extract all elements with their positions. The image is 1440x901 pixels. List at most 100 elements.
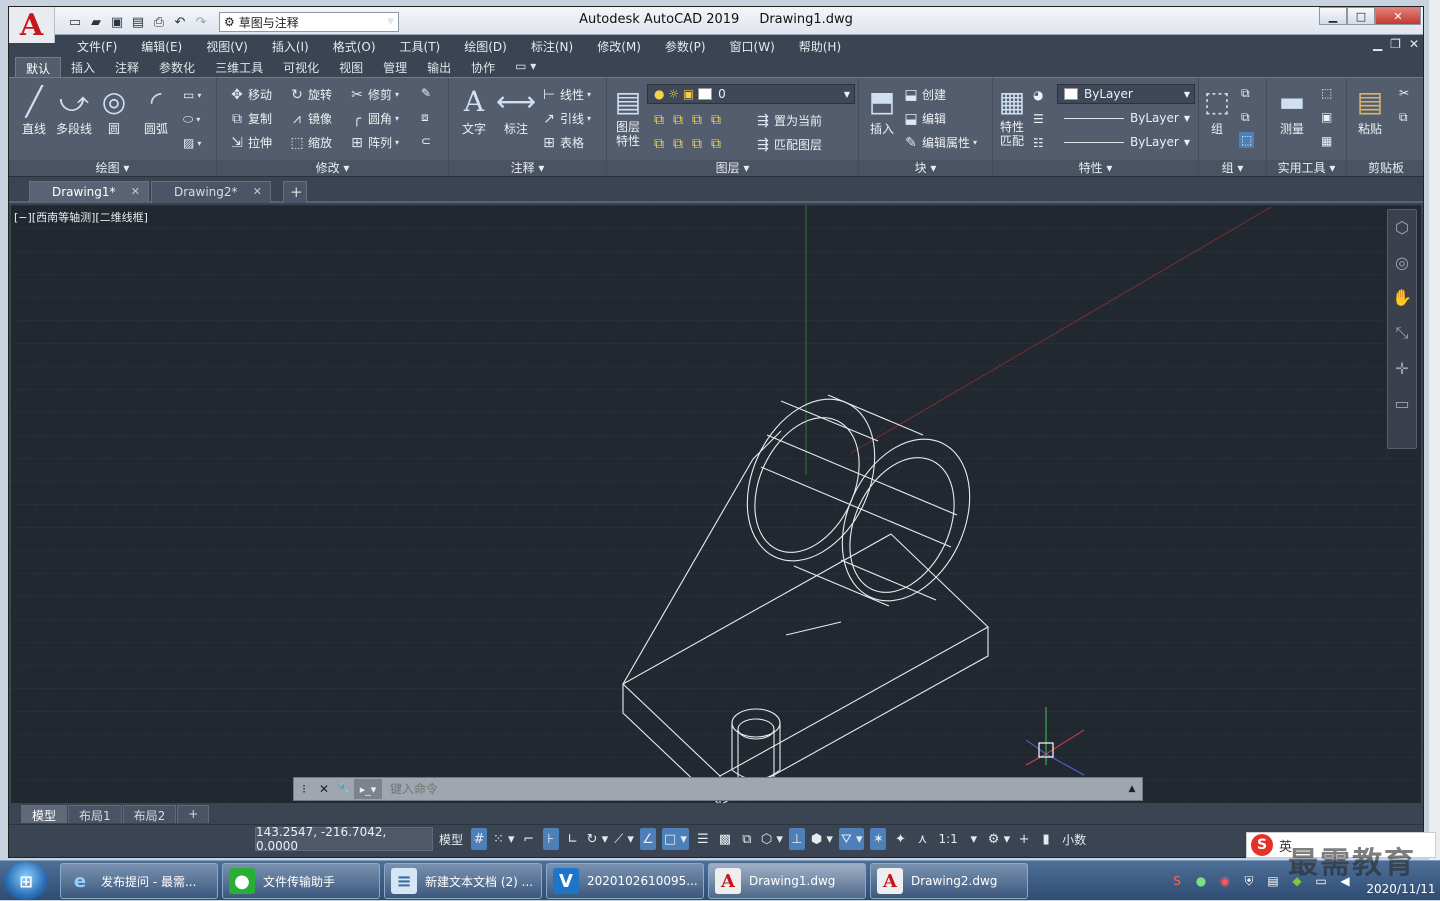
tab-insert[interactable]: 插入 xyxy=(61,57,105,77)
application-menu-button[interactable]: A xyxy=(9,7,55,43)
panel-title-layers[interactable]: 图层 ▾ xyxy=(607,160,858,176)
start-button[interactable]: ⊞ xyxy=(4,862,48,900)
menu-format[interactable]: 格式(O) xyxy=(321,38,388,55)
pan-hand-icon[interactable]: ✋ xyxy=(1392,288,1412,307)
move-button[interactable]: ✥ 移动 xyxy=(229,86,272,103)
panel-title-draw[interactable]: 绘图 ▾ xyxy=(9,160,216,176)
hatch-icon[interactable]: ▨ ▾ xyxy=(183,136,201,150)
3d-osnap-icon[interactable]: ⬡ ▾ xyxy=(761,828,783,850)
sogou-tray-icon[interactable]: S xyxy=(1168,874,1186,888)
close-icon[interactable]: ✕ xyxy=(131,185,140,198)
rectangle-icon[interactable]: ▭ ▾ xyxy=(183,88,201,102)
annotation-icon[interactable]: ⋏ xyxy=(914,828,930,850)
transparency-icon[interactable]: ▩ xyxy=(717,828,733,850)
chevron-up-icon[interactable]: ▲ xyxy=(1122,784,1142,794)
tab-model[interactable]: 模型 xyxy=(21,805,68,823)
maximize-button[interactable]: □ xyxy=(1347,7,1375,25)
auto-scale-icon[interactable]: ✦ xyxy=(892,828,908,850)
antivirus-icon[interactable]: ◉ xyxy=(1216,874,1234,888)
isodraft-icon[interactable]: ⟋ ▾ xyxy=(614,828,634,850)
zoom-icon[interactable]: ⤡ xyxy=(1396,323,1409,343)
scale-button[interactable]: ⬚ 缩放 xyxy=(289,134,332,151)
layer-properties-button[interactable]: ▤ 图层 特性 xyxy=(605,84,651,148)
taskbar-item-wechat[interactable]: ● 文件传输助手 xyxy=(222,863,380,899)
lineweight-toggle-icon[interactable]: ☰ xyxy=(695,828,711,850)
gizmo-icon[interactable]: ⬢ ▾ xyxy=(811,828,833,850)
layer-tools-row-2[interactable]: ⧉ ⧉ ⧉ ⧉ xyxy=(651,136,724,152)
dimension-button[interactable]: ⟷ 标注 xyxy=(493,84,539,137)
panel-title-modify[interactable]: 修改 ▾ xyxy=(217,160,448,176)
drawing-canvas[interactable]: [−][西南等轴测][二维线框] ⬡ ◎ ✋ ⤡ ✛ ▭ ⁝ ✕ 🔧 ▸_▾ ▲ xyxy=(11,205,1421,803)
select-all-icon[interactable]: ▣ xyxy=(1321,110,1332,124)
new-file-icon[interactable]: ▭ xyxy=(66,13,84,31)
save-as-icon[interactable]: ▤ xyxy=(129,13,147,31)
object-snap-tracking-icon[interactable]: ∠ xyxy=(639,828,656,850)
ortho-icon[interactable]: ∟ xyxy=(565,828,581,850)
measure-button[interactable]: ▬ 测量 xyxy=(1269,84,1315,137)
ucs-icon[interactable]: ⊥ xyxy=(788,828,805,850)
tab-3d-tools[interactable]: 三维工具 xyxy=(205,57,273,77)
menu-parameter[interactable]: 参数(P) xyxy=(653,38,718,55)
units-selector[interactable]: 小数 xyxy=(1060,828,1088,850)
match-layer-button[interactable]: ⇶ 匹配图层 xyxy=(755,136,822,153)
viewcube-icon[interactable]: ⬡ xyxy=(1395,218,1409,237)
erase-icon[interactable]: ✎ xyxy=(421,86,431,100)
edit-attributes-button[interactable]: ✎ 编辑属性 ▾ xyxy=(903,134,977,151)
redo-icon[interactable]: ↷ xyxy=(192,13,210,31)
linetype-icon[interactable]: ☰ xyxy=(1033,112,1044,126)
explode-icon[interactable]: ⊂ xyxy=(421,134,431,148)
taskbar-item-notepad[interactable]: ≡ 新建文本文档 (2) ... xyxy=(384,863,542,899)
tab-manage[interactable]: 管理 xyxy=(373,57,417,77)
plus-icon[interactable]: + xyxy=(1016,828,1032,850)
object-snap-icon[interactable]: □ ▾ xyxy=(661,828,689,850)
tab-output[interactable]: 输出 xyxy=(417,57,461,77)
tab-annotate[interactable]: 注释 xyxy=(105,57,149,77)
close-icon[interactable]: ✕ xyxy=(253,185,262,198)
tab-parametric[interactable]: 参数化 xyxy=(149,57,205,77)
sogou-ime-icon[interactable]: S xyxy=(1251,834,1273,856)
undo-icon[interactable]: ↶ xyxy=(171,13,189,31)
command-prompt-icon[interactable]: ▸_▾ xyxy=(354,779,382,799)
viewport-controls-label[interactable]: [−][西南等轴测][二维线框] xyxy=(14,209,148,225)
paste-button[interactable]: ▤ 粘贴 xyxy=(1347,84,1393,137)
array-button[interactable]: ⊞ 阵列 ▾ xyxy=(349,134,399,151)
orbit-icon[interactable]: ✛ xyxy=(1395,359,1408,378)
cut-icon[interactable]: ✂ xyxy=(1399,86,1409,100)
taskbar-item-drawing2[interactable]: A Drawing2.dwg xyxy=(870,863,1028,899)
dynamic-input-icon[interactable]: ⊦ xyxy=(542,828,559,850)
selection-cycling-icon[interactable]: ⧉ xyxy=(739,828,755,850)
doc-tab-drawing2[interactable]: Drawing2* ✕ xyxy=(151,181,271,203)
doc-restore-icon[interactable]: ❐ xyxy=(1390,37,1401,51)
menu-view[interactable]: 视图(V) xyxy=(194,38,260,55)
copy-button[interactable]: ⧉ 复制 xyxy=(229,110,272,127)
panel-title-utilities[interactable]: 实用工具 ▾ xyxy=(1267,160,1346,176)
doc-close-icon[interactable]: ✕ xyxy=(1409,37,1419,51)
tab-collaborate[interactable]: 协作 xyxy=(461,57,505,77)
panel-title-clipboard[interactable]: 剪贴板 xyxy=(1347,160,1423,176)
rotate-button[interactable]: ↻ 旋转 xyxy=(289,86,332,103)
linetype-dropdown[interactable]: ByLayer ▼ xyxy=(1057,108,1195,128)
text-button[interactable]: A 文字 xyxy=(451,84,497,137)
panel-title-properties[interactable]: 特性 ▾ xyxy=(993,160,1198,176)
close-icon[interactable]: ✕ xyxy=(314,782,334,796)
set-current-button[interactable]: ⇶ 置为当前 xyxy=(755,112,822,129)
model-space-toggle[interactable]: 模型 xyxy=(437,828,465,850)
panel-title-groups[interactable]: 组 ▾ xyxy=(1199,160,1266,176)
close-button[interactable]: ✕ xyxy=(1375,7,1421,25)
taskbar-item-video[interactable]: V 2020102610095... xyxy=(546,863,704,899)
linear-button[interactable]: ⊢ 线性 ▾ xyxy=(541,86,591,103)
gear-icon[interactable]: ⚙ ▾ xyxy=(988,828,1010,850)
ungroup-icon[interactable]: ⧉ xyxy=(1241,86,1250,101)
grid-toggle-icon[interactable]: # xyxy=(471,828,488,850)
layer-tools-row-1[interactable]: ⧉ ⧉ ⧉ ⧉ xyxy=(651,112,724,128)
layer-dropdown[interactable]: ● ☼ ▣ 0 ▼ xyxy=(647,84,855,104)
tab-view[interactable]: 视图 xyxy=(329,57,373,77)
leader-button[interactable]: ↗ 引线 ▾ xyxy=(541,110,591,127)
polar-icon[interactable]: ↻ ▾ xyxy=(587,828,609,850)
arc-button[interactable]: ◜ 圆弧 xyxy=(133,84,179,137)
lineweight-icon[interactable]: ☷ xyxy=(1033,136,1044,150)
units-icon[interactable]: ▮ xyxy=(1038,828,1054,850)
workspace-selector[interactable]: ⚙ 草图与注释 ▼ xyxy=(219,12,399,32)
menu-modify[interactable]: 修改(M) xyxy=(585,38,653,55)
shield-icon[interactable]: ⛨ xyxy=(1240,874,1258,889)
